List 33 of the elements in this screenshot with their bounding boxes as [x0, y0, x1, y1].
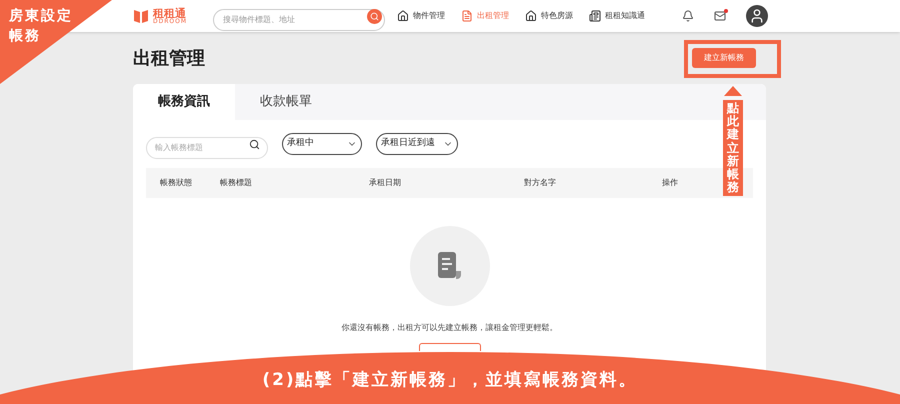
bell-icon[interactable]: [682, 10, 694, 22]
filter-dropdown[interactable]: 承租中: [282, 133, 362, 155]
column-header: 承租日期: [368, 177, 402, 189]
nav-link[interactable]: 物件管理: [397, 10, 445, 22]
column-header: 操作: [661, 177, 679, 189]
search-field[interactable]: 搜尋物件標題、地址: [213, 8, 385, 30]
page-title: 出租管理: [133, 46, 205, 70]
tab[interactable]: 收款帳單: [235, 84, 337, 120]
nav-icon: [461, 10, 473, 22]
search-icon[interactable]: [249, 138, 260, 150]
empty-message: 你還沒有帳務，出租方可以先建立帳務，讓租金管理更輕鬆。: [342, 322, 558, 334]
nav-icon: [525, 10, 537, 22]
logo-name: 租租通: [153, 8, 187, 18]
banner-caption: (2)點擊「建立新帳務」，並填寫帳務資料。: [262, 369, 638, 392]
nav-link[interactable]: 租租知識通: [589, 10, 645, 22]
nav-icon: [589, 10, 601, 22]
column-header: 對方名字: [523, 177, 557, 189]
nav-icon: [397, 10, 409, 22]
document-icon: [436, 251, 462, 281]
callout-arrow-icon: [724, 86, 742, 96]
tab[interactable]: 帳務資訊: [133, 84, 235, 120]
callout-label: 點此建立新帳務: [723, 100, 743, 196]
mail-icon[interactable]: [714, 10, 726, 22]
corner-label: 房東設定: [9, 6, 73, 26]
book-logo-icon: [133, 8, 149, 24]
nav-link[interactable]: 特色房源: [525, 10, 573, 22]
outlined-button[interactable]: [418, 343, 480, 351]
title-search-field[interactable]: 輸入帳務標題: [146, 136, 268, 158]
corner-label: 帳務: [9, 27, 41, 46]
filter-dropdown[interactable]: 承租日近到遠: [376, 133, 458, 155]
column-header: 帳務狀態: [160, 177, 193, 189]
column-header: 帳務標題: [220, 177, 253, 189]
avatar-icon[interactable]: [746, 5, 768, 27]
